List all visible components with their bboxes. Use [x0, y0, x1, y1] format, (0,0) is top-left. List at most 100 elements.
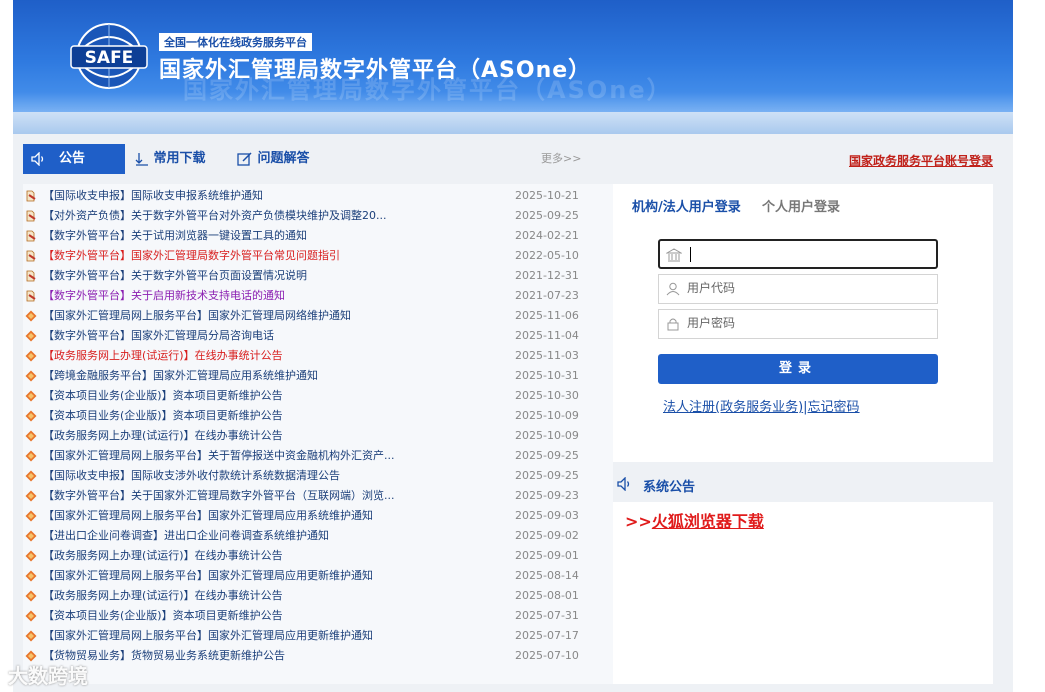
notice-date: 2022-05-10: [515, 249, 579, 262]
notice-row[interactable]: 【资本项目业务(企业版)】资本项目更新维护公告 2025-10-30: [23, 386, 613, 406]
register-link[interactable]: 法人注册(政务服务业务): [663, 400, 803, 415]
notice-title[interactable]: 【进出口企业问卷调查】进出口企业问卷调查系统维护通知: [43, 526, 463, 546]
tab-org-login[interactable]: 机构/法人用户登录: [632, 196, 741, 215]
notice-title[interactable]: 【数字外管平台】关于数字外管平台页面设置情况说明: [43, 266, 463, 286]
pin-icon: [26, 230, 36, 242]
tab-notice[interactable]: 公告: [23, 144, 125, 174]
notice-row[interactable]: 【国家外汇管理局网上服务平台】国家外汇管理局应用更新维护通知 2025-07-17: [23, 626, 613, 646]
notice-title[interactable]: 【政务服务网上办理(试运行)】在线办事统计公告: [43, 546, 463, 566]
system-notice-body: >>火狐浏览器下载: [613, 502, 993, 684]
notice-date: 2025-09-25: [515, 449, 579, 462]
notice-title[interactable]: 【国家外汇管理局网上服务平台】国家外汇管理局应用更新维护通知: [43, 626, 463, 646]
lock-icon: [667, 318, 679, 331]
forgot-password-link[interactable]: 忘记密码: [808, 400, 860, 415]
notice-title[interactable]: 【资本项目业务(企业版)】资本项目更新维护公告: [43, 406, 463, 426]
notice-row[interactable]: 【政务服务网上办理(试运行)】在线办事统计公告 2025-10-09: [23, 426, 613, 446]
notice-title[interactable]: 【国家外汇管理局网上服务平台】国家外汇管理局应用系统维护通知: [43, 506, 463, 526]
gov-account-login-link[interactable]: 国家政务服务平台账号登录: [849, 152, 993, 169]
login-panel: 机构/法人用户登录 个人用户登录 登录 法人注册(政务服务业务)|: [613, 184, 993, 462]
notice-title[interactable]: 【数字外管平台】关于国家外汇管理局数字外管平台（互联网端）浏览...: [43, 486, 463, 506]
password-field[interactable]: [658, 309, 938, 339]
notice-row[interactable]: 【货物贸易业务】货物贸易业务系统更新维护公告 2025-07-10: [23, 646, 613, 666]
notice-row[interactable]: 【数字外管平台】国家外汇管理局数字外管平台常见问题指引 2022-05-10: [23, 246, 613, 266]
diamond-icon: [25, 630, 37, 642]
diamond-icon: [25, 410, 37, 422]
notice-date: 2025-10-09: [515, 429, 579, 442]
user-code-field[interactable]: [658, 274, 938, 304]
password-input[interactable]: [687, 313, 927, 333]
notice-date: 2025-09-03: [515, 509, 579, 522]
login-button[interactable]: 登录: [658, 354, 938, 384]
header-banner: 国家外汇管理局数字外管平台（ASOne） SAFE 全国一体化在线政务服务平台 …: [13, 0, 1013, 112]
notice-row[interactable]: 【政务服务网上办理(试运行)】在线办事统计公告 2025-09-01: [23, 546, 613, 566]
page: 国家外汇管理局数字外管平台（ASOne） SAFE 全国一体化在线政务服务平台 …: [13, 0, 1013, 692]
notice-date: 2025-10-30: [515, 389, 579, 402]
notice-date: 2021-07-23: [515, 289, 579, 302]
pin-icon: [26, 290, 36, 302]
arrow-prefix: >>: [625, 512, 652, 531]
user-code-input[interactable]: [687, 278, 927, 298]
notice-row[interactable]: 【对外资产负债】关于数字外管平台对外资产负债模块维护及调整20... 2025-0…: [23, 206, 613, 226]
org-select-field[interactable]: [658, 239, 938, 269]
diamond-icon: [25, 570, 37, 582]
notice-title[interactable]: 【货物贸易业务】货物贸易业务系统更新维护公告: [43, 646, 463, 666]
tab-qa-label: 问题解答: [257, 151, 310, 166]
more-link[interactable]: 更多>>: [541, 150, 581, 166]
user-icon: [666, 282, 680, 296]
diamond-icon: [25, 510, 37, 522]
diamond-icon: [25, 490, 37, 502]
tab-qa[interactable]: 问题解答: [237, 144, 310, 174]
notice-title[interactable]: 【数字外管平台】关于启用新技术支持电话的通知: [43, 286, 463, 306]
notice-title[interactable]: 【国际收支申报】国际收支申报系统维护通知: [43, 186, 463, 206]
tab-downloads[interactable]: 常用下载: [135, 144, 206, 174]
notice-tabs: 公告 常用下载 问题解答: [23, 144, 613, 174]
notice-date: 2024-02-21: [515, 229, 579, 242]
notice-title[interactable]: 【跨境金融服务平台】国家外汇管理局应用系统维护通知: [43, 366, 463, 386]
notice-title[interactable]: 【政务服务网上办理(试运行)】在线办事统计公告: [43, 426, 463, 446]
notice-row[interactable]: 【国际收支申报】国际收支申报系统维护通知 2025-10-21: [23, 186, 613, 206]
notice-row[interactable]: 【数字外管平台】国家外汇管理局分局咨询电话 2025-11-04: [23, 326, 613, 346]
notice-title[interactable]: 【数字外管平台】国家外汇管理局分局咨询电话: [43, 326, 463, 346]
notice-row[interactable]: 【国家外汇管理局网上服务平台】关于暂停报送中资金融机构外汇资产... 2025-0…: [23, 446, 613, 466]
system-notice-header: 系统公告: [613, 470, 993, 500]
notice-row[interactable]: 【资本项目业务(企业版)】资本项目更新维护公告 2025-07-31: [23, 606, 613, 626]
org-input[interactable]: [688, 244, 928, 264]
notice-row[interactable]: 【政务服务网上办理(试运行)】在线办事统计公告 2025-08-01: [23, 586, 613, 606]
diamond-icon: [25, 430, 37, 442]
notice-title[interactable]: 【国家外汇管理局网上服务平台】关于暂停报送中资金融机构外汇资产...: [43, 446, 463, 466]
notice-title[interactable]: 【政务服务网上办理(试运行)】在线办事统计公告: [43, 586, 463, 606]
notice-date: 2025-09-23: [515, 489, 579, 502]
notice-row[interactable]: 【数字外管平台】关于国家外汇管理局数字外管平台（互联网端）浏览... 2025-0…: [23, 486, 613, 506]
tab-notice-label: 公告: [59, 151, 86, 166]
speaker-icon: [617, 477, 630, 491]
notice-row[interactable]: 【政务服务网上办理(试运行)】在线办事统计公告 2025-11-03: [23, 346, 613, 366]
notice-row[interactable]: 【国家外汇管理局网上服务平台】国家外汇管理局网络维护通知 2025-11-06: [23, 306, 613, 326]
register-links: 法人注册(政务服务业务)|忘记密码: [663, 396, 860, 415]
diamond-icon: [25, 610, 37, 622]
notice-row[interactable]: 【国家外汇管理局网上服务平台】国家外汇管理局应用系统维护通知 2025-09-03: [23, 506, 613, 526]
notice-title[interactable]: 【国家外汇管理局网上服务平台】国家外汇管理局网络维护通知: [43, 306, 463, 326]
diamond-icon: [25, 530, 37, 542]
notice-title[interactable]: 【国际收支申报】国际收支涉外收付款统计系统数据清理公告: [43, 466, 463, 486]
diamond-icon: [25, 450, 37, 462]
notice-row[interactable]: 【数字外管平台】关于试用浏览器一键设置工具的通知 2024-02-21: [23, 226, 613, 246]
notice-title[interactable]: 【资本项目业务(企业版)】资本项目更新维护公告: [43, 386, 463, 406]
notice-title[interactable]: 【国家外汇管理局网上服务平台】国家外汇管理局应用更新维护通知: [43, 566, 463, 586]
notice-row[interactable]: 【国际收支申报】国际收支涉外收付款统计系统数据清理公告 2025-09-25: [23, 466, 613, 486]
notice-title[interactable]: 【数字外管平台】关于试用浏览器一键设置工具的通知: [43, 226, 463, 246]
firefox-download-link[interactable]: >>火狐浏览器下载: [625, 508, 764, 532]
notice-row[interactable]: 【国家外汇管理局网上服务平台】国家外汇管理局应用更新维护通知 2025-08-14: [23, 566, 613, 586]
notice-title[interactable]: 【资本项目业务(企业版)】资本项目更新维护公告: [43, 606, 463, 626]
diamond-icon: [25, 470, 37, 482]
notice-row[interactable]: 【跨境金融服务平台】国家外汇管理局应用系统维护通知 2025-10-31: [23, 366, 613, 386]
notice-title[interactable]: 【对外资产负债】关于数字外管平台对外资产负债模块维护及调整20...: [43, 206, 463, 226]
notice-title[interactable]: 【数字外管平台】国家外汇管理局数字外管平台常见问题指引: [43, 246, 463, 266]
tab-personal-login[interactable]: 个人用户登录: [762, 196, 840, 215]
notice-row[interactable]: 【进出口企业问卷调查】进出口企业问卷调查系统维护通知 2025-09-02: [23, 526, 613, 546]
notice-row[interactable]: 【数字外管平台】关于启用新技术支持电话的通知 2021-07-23: [23, 286, 613, 306]
tagline: 全国一体化在线政务服务平台: [159, 33, 312, 51]
notice-row[interactable]: 【资本项目业务(企业版)】资本项目更新维护公告 2025-10-09: [23, 406, 613, 426]
notice-title[interactable]: 【政务服务网上办理(试运行)】在线办事统计公告: [43, 346, 463, 366]
notice-row[interactable]: 【数字外管平台】关于数字外管平台页面设置情况说明 2021-12-31: [23, 266, 613, 286]
notice-date: 2025-11-06: [515, 309, 579, 322]
